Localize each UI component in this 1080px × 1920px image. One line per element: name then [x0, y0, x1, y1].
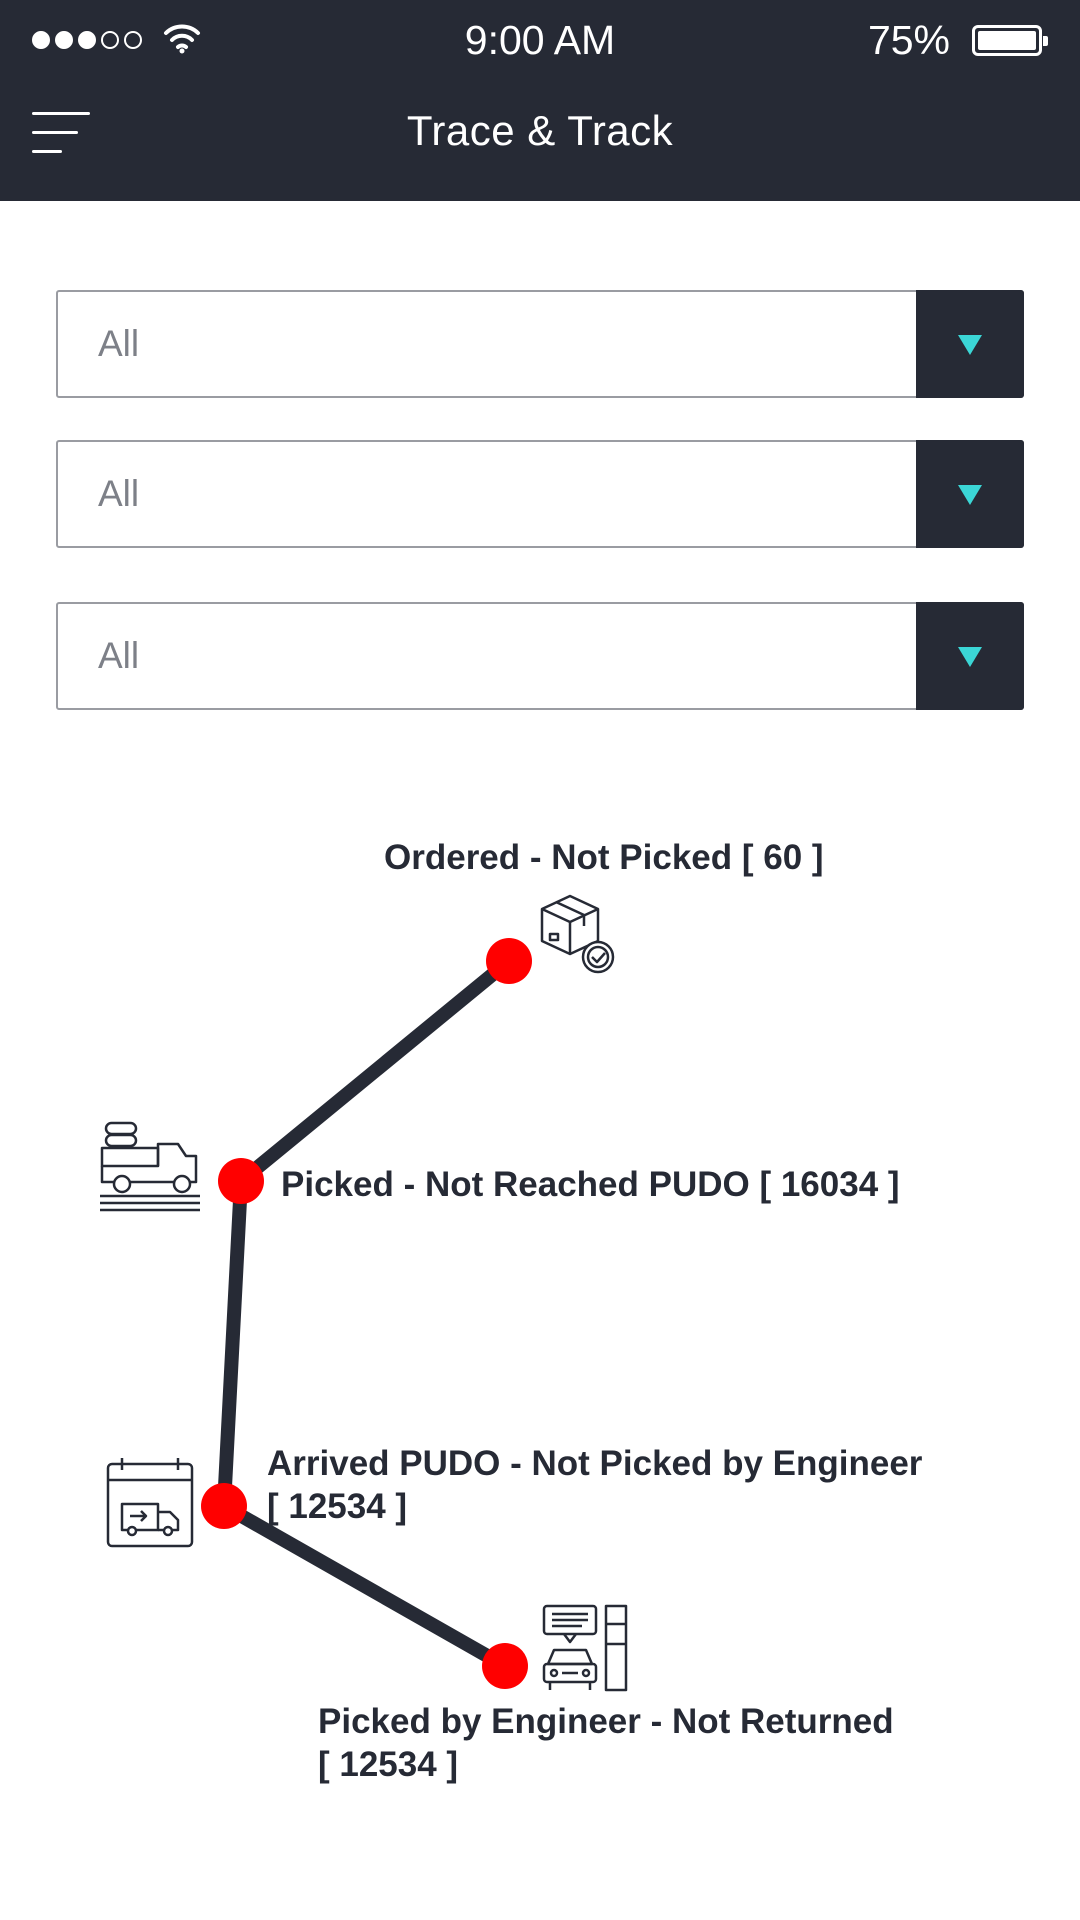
pickup-truck-icon: [100, 1121, 200, 1212]
stage-node-ordered[interactable]: [486, 938, 532, 984]
tracking-flow-diagram: [100, 894, 628, 1692]
stage-node-picked[interactable]: [218, 1158, 264, 1204]
stage-label-picked[interactable]: Picked - Not Reached PUDO [ 16034 ]: [281, 1163, 900, 1206]
stage-label-arrived-pudo[interactable]: Arrived PUDO - Not Picked by Engineer [ …: [267, 1442, 922, 1528]
stage-node-arrived-pudo[interactable]: [201, 1483, 247, 1529]
stage-node-picked-by-engineer[interactable]: [482, 1643, 528, 1689]
flow-path: [217, 954, 516, 1673]
service-station-car-icon: [542, 1604, 628, 1692]
package-check-icon: [540, 894, 615, 974]
stage-label-picked-by-engineer[interactable]: Picked by Engineer - Not Returned [ 1253…: [318, 1700, 894, 1786]
stage-label-ordered[interactable]: Ordered - Not Picked [ 60 ]: [384, 836, 824, 879]
calendar-van-icon: [106, 1458, 194, 1548]
